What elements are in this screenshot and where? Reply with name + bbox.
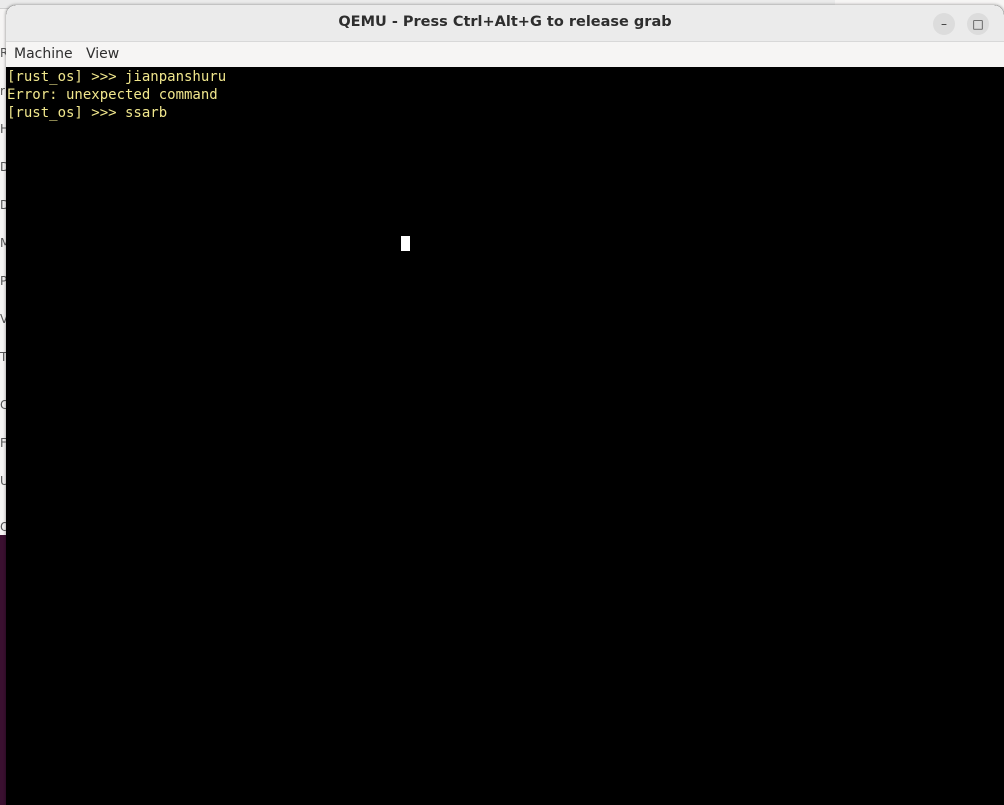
qemu-window: QEMU - Press Ctrl+Alt+G to release grab … <box>6 5 1004 805</box>
menu-bar: Machine View <box>6 42 1004 68</box>
terminal-line: [rust_os] >>> ssarb <box>7 105 168 121</box>
menu-view[interactable]: View <box>86 46 119 62</box>
vm-display[interactable]: [rust_os] >>> jianpanshuru Error: unexpe… <box>6 67 1004 805</box>
title-bar[interactable]: QEMU - Press Ctrl+Alt+G to release grab … <box>6 5 1004 42</box>
maximize-button[interactable]: □ <box>967 13 989 35</box>
menu-machine[interactable]: Machine <box>14 46 73 62</box>
mouse-cursor <box>401 236 410 251</box>
terminal-line: [rust_os] >>> jianpanshuru <box>7 69 227 85</box>
window-title: QEMU - Press Ctrl+Alt+G to release grab <box>338 14 672 30</box>
minimize-icon: – <box>941 17 947 31</box>
minimize-button[interactable]: – <box>933 13 955 35</box>
terminal-line: Error: unexpected command <box>7 87 218 103</box>
maximize-icon: □ <box>972 17 984 31</box>
